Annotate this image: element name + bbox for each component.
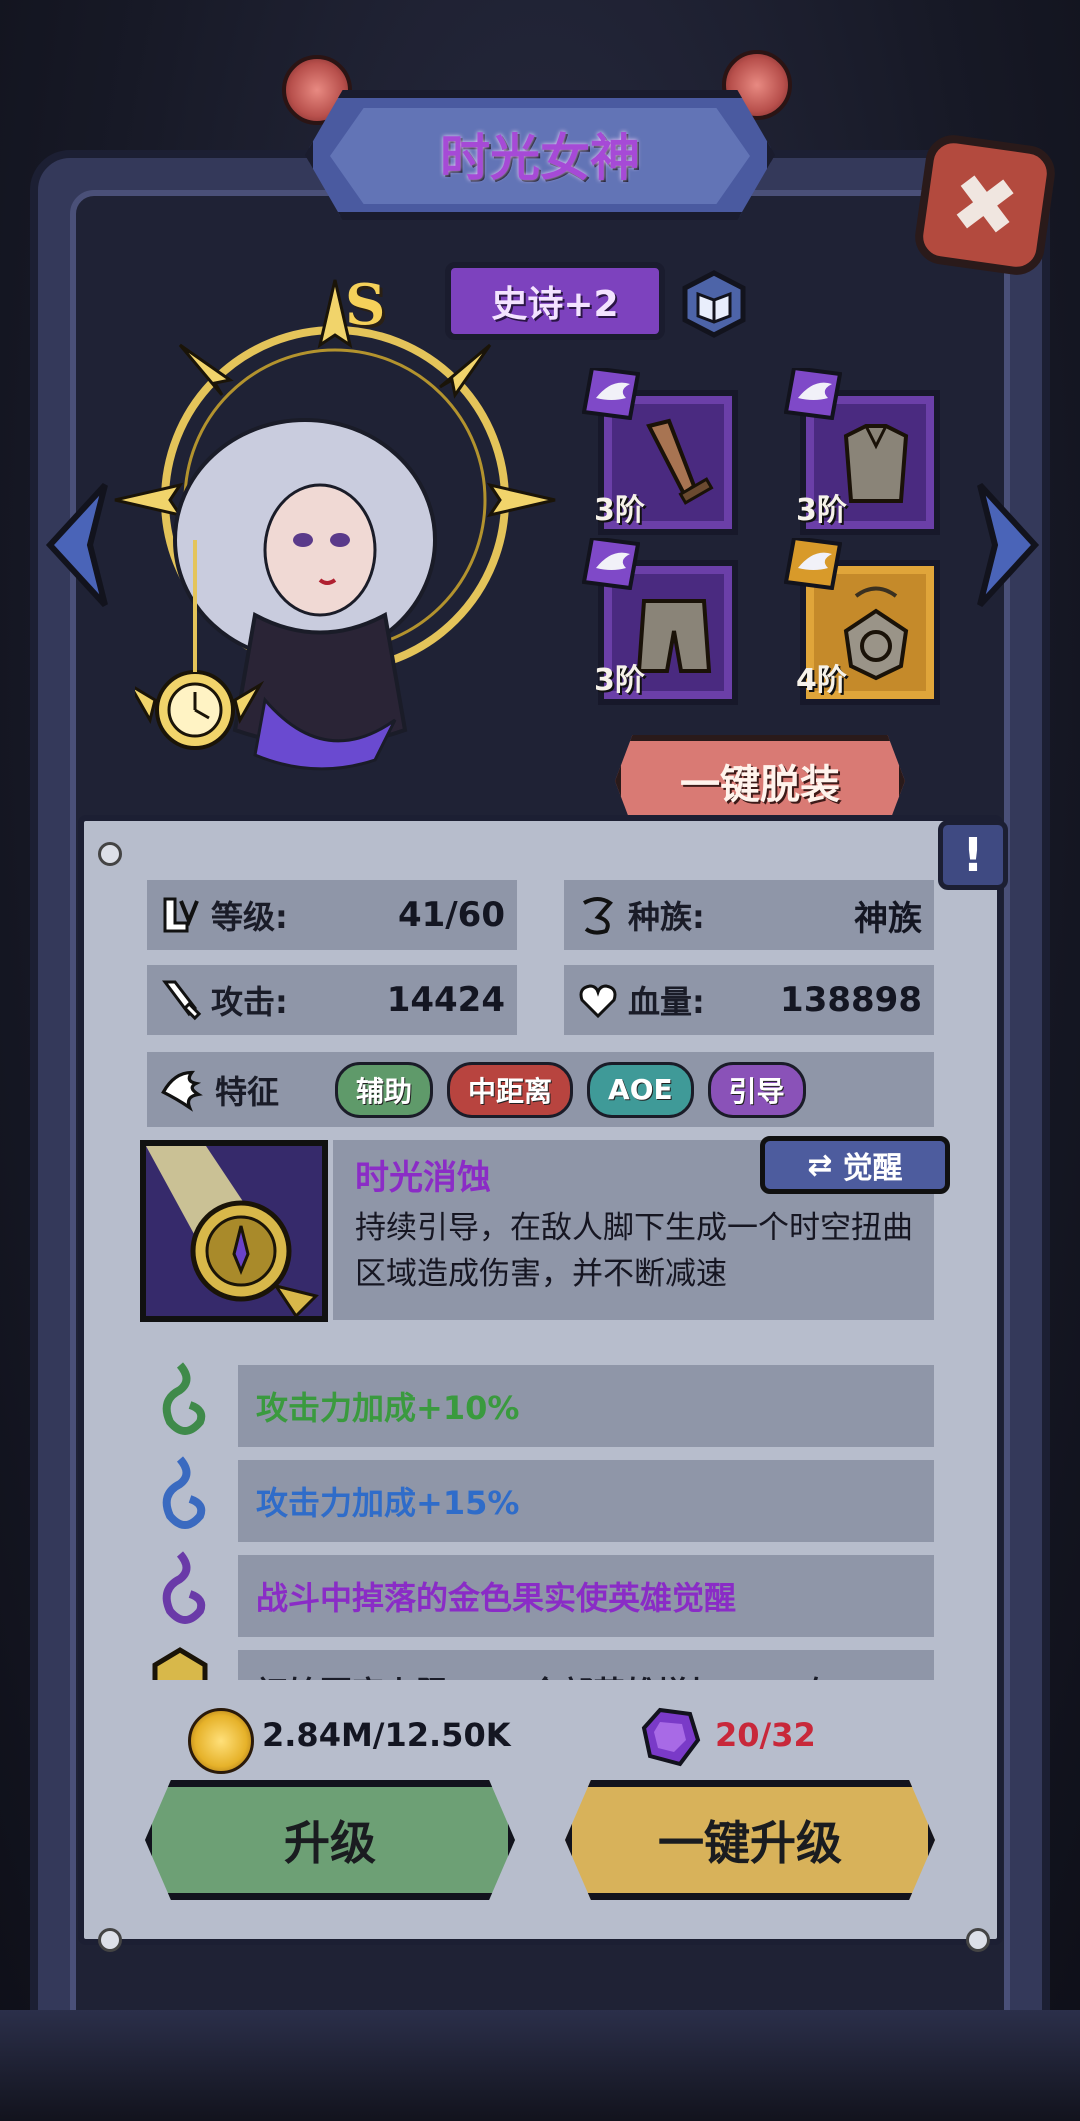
bonus-text: 攻击力加成+10% bbox=[256, 1389, 520, 1427]
bonus-row: 攻击力加成+15% bbox=[238, 1460, 934, 1542]
equipment-slot-weapon[interactable]: 3阶 bbox=[582, 368, 738, 535]
equipment-tier: 3阶 bbox=[594, 663, 645, 698]
purple-rune-icon bbox=[162, 1551, 206, 1624]
purple-gem-icon bbox=[641, 1707, 701, 1767]
next-hero-arrow-icon[interactable] bbox=[970, 480, 1040, 610]
hero-name-title: 时光女神 bbox=[440, 129, 640, 187]
equipment-tier: 4阶 bbox=[796, 663, 847, 698]
previous-hero-arrow-icon[interactable] bbox=[45, 480, 115, 610]
upgrade-all-button[interactable]: 一键升级 bbox=[565, 1780, 935, 1900]
upgrade-button[interactable]: 升级 bbox=[145, 1780, 515, 1900]
exclamation-icon: ! bbox=[962, 828, 984, 882]
equipment-tier: 3阶 bbox=[594, 493, 645, 528]
bonus-row: 战斗中掉落的金色果实使英雄觉醒 bbox=[238, 1555, 934, 1637]
bonus-row: 初始军官上限+1，全部英雄增加15%攻 bbox=[238, 1650, 934, 1680]
blue-rune-icon bbox=[162, 1456, 206, 1529]
gem-amount: 20/32 bbox=[715, 1716, 816, 1754]
equipment-slot-amulet[interactable]: 4阶 bbox=[784, 538, 940, 705]
bonus-text: 攻击力加成+15% bbox=[256, 1484, 520, 1522]
wing-badge-icon bbox=[784, 368, 842, 420]
attack-label: 攻击: bbox=[211, 983, 288, 1021]
close-icon: ✖ bbox=[945, 154, 1025, 256]
screw-ornament bbox=[966, 1928, 990, 1952]
race-value: 神族 bbox=[854, 898, 922, 939]
gold-amount: 2.84M/12.50K bbox=[262, 1716, 511, 1754]
clock-skill-icon bbox=[146, 1146, 319, 1319]
gold-coin-icon bbox=[188, 1708, 254, 1774]
info-button[interactable]: ! bbox=[938, 820, 1008, 890]
traits-row: 特征 辅助 中距离 AOE 引导 bbox=[147, 1052, 934, 1127]
trait-tag-channel: 引导 bbox=[707, 1061, 806, 1118]
gold-rune-icon bbox=[152, 1647, 208, 1680]
equipment-slot-armor[interactable]: 3阶 bbox=[784, 368, 940, 535]
equipment-slot-pants[interactable]: 3阶 bbox=[582, 538, 738, 705]
hero-portrait bbox=[135, 418, 437, 771]
awaken-button[interactable]: ⇄ 觉醒 bbox=[760, 1136, 950, 1194]
skill-icon[interactable] bbox=[140, 1140, 328, 1322]
bottom-frame-ornament bbox=[0, 2010, 1080, 2121]
wing-badge-icon bbox=[784, 538, 842, 590]
upgrade-all-label: 一键升级 bbox=[658, 1816, 842, 1870]
equipment-tier: 3阶 bbox=[796, 493, 847, 528]
unequip-all-button[interactable]: 一键脱装 bbox=[615, 735, 905, 827]
screw-ornament bbox=[98, 1928, 122, 1952]
hp-value: 138898 bbox=[780, 980, 922, 1020]
awaken-label: 觉醒 bbox=[842, 1151, 903, 1186]
stat-level: 等级: 41/60 bbox=[147, 880, 517, 950]
unequip-all-label: 一键脱装 bbox=[680, 762, 840, 808]
wing-badge-icon bbox=[582, 538, 640, 590]
bonus-list: 攻击力加成+10% 攻击力加成+15% 战斗中掉落的金色果实使英雄觉醒 初始军官… bbox=[78, 1360, 1003, 1680]
trait-tag-aoe: AOE bbox=[587, 1061, 694, 1118]
bonus-row: 攻击力加成+10% bbox=[238, 1365, 934, 1447]
close-button[interactable]: ✖ bbox=[911, 131, 1059, 279]
upgrade-label: 升级 bbox=[284, 1816, 376, 1870]
trait-tag-mid-range: 中距离 bbox=[447, 1061, 574, 1118]
level-icon bbox=[163, 897, 199, 933]
attack-value: 14424 bbox=[386, 980, 505, 1020]
stat-race: 种族: 神族 bbox=[564, 880, 934, 950]
screw-ornament bbox=[98, 842, 122, 866]
traits-label: 特征 bbox=[215, 1072, 280, 1111]
stat-hp: 血量: 138898 bbox=[564, 965, 934, 1035]
level-label: 等级: bbox=[211, 898, 288, 936]
green-rune-icon bbox=[162, 1362, 206, 1435]
wing-badge-icon bbox=[582, 368, 640, 420]
swap-arrows-icon: ⇄ bbox=[807, 1147, 833, 1183]
race-icon bbox=[583, 897, 613, 935]
attack-icon bbox=[162, 980, 202, 1021]
race-label: 种族: bbox=[628, 898, 705, 936]
skill-name: 时光消蚀 bbox=[355, 1158, 491, 1198]
stat-attack: 攻击: 14424 bbox=[147, 965, 517, 1035]
book-icon[interactable] bbox=[680, 270, 748, 338]
trait-tag-support: 辅助 bbox=[335, 1061, 434, 1118]
hp-label: 血量: bbox=[628, 983, 705, 1021]
skill-description: 持续引导，在敌人脚下生成一个时空扭曲区域造成伤害，并不断减速 bbox=[355, 1210, 913, 1292]
heart-icon bbox=[579, 984, 617, 1019]
bonus-text: 战斗中掉落的金色果实使英雄觉醒 bbox=[256, 1579, 737, 1617]
level-value: 41/60 bbox=[397, 895, 505, 935]
traits-icon bbox=[161, 1070, 203, 1112]
bonus-text: 初始军官上限+1，全部英雄增加15%攻 bbox=[256, 1668, 830, 1680]
